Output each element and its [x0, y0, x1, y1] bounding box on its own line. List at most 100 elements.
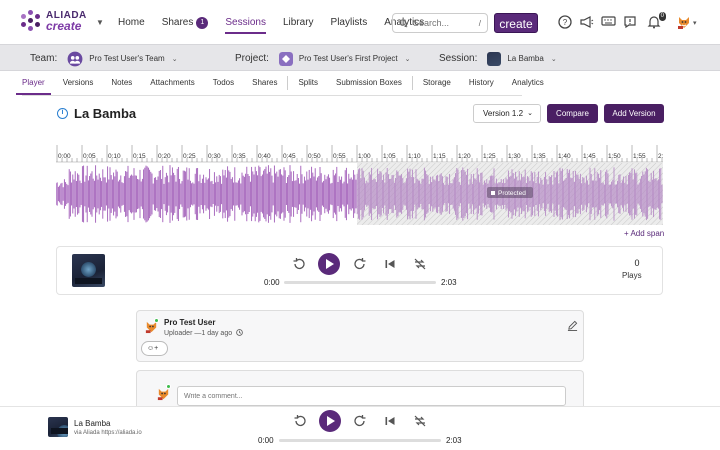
- team-selector[interactable]: Team: Pro Test User's Team ⌄: [30, 45, 178, 72]
- waveform[interactable]: Protected: [56, 163, 663, 225]
- search-input[interactable]: [413, 18, 477, 28]
- shares-count-badge: 1: [196, 17, 209, 29]
- protected-label: Protected: [498, 190, 526, 197]
- megaphone-icon[interactable]: [578, 15, 594, 31]
- chevron-down-icon[interactable]: ▼: [96, 18, 104, 27]
- bottom-current-time: 0:00: [258, 436, 274, 445]
- timeline-tick-label: 0:00: [58, 153, 71, 160]
- timeline-tick-label: 0:10: [108, 153, 121, 160]
- nav-label: Library: [282, 17, 314, 28]
- timeline-tick-label: 0:05: [83, 153, 96, 160]
- timeline-tick-label: 0:25: [183, 153, 196, 160]
- aliada-logo[interactable]: ALIADA create: [20, 10, 87, 32]
- bottom-play-button[interactable]: [319, 410, 341, 432]
- timeline-tick-label: 0:15: [133, 153, 146, 160]
- info-icon[interactable]: i: [57, 108, 68, 119]
- team-icon: [67, 51, 83, 66]
- feedback-icon[interactable]: [622, 15, 638, 31]
- rewind-icon[interactable]: [292, 257, 306, 274]
- nav-home[interactable]: Home: [118, 0, 145, 44]
- top-navigation: ALIADA create ▼ Home Shares 1 Sessions Libra…: [0, 0, 720, 44]
- search-shortcut: /: [478, 18, 481, 28]
- create-button[interactable]: create: [494, 13, 538, 33]
- nav-shares[interactable]: Shares 1: [162, 0, 209, 44]
- timeline-tick-label: 1:30: [508, 153, 521, 160]
- timeline-tick-label: 1:50: [608, 153, 621, 160]
- help-circle-icon[interactable]: ?: [557, 15, 573, 31]
- add-span-button[interactable]: + Add span: [624, 229, 664, 238]
- nav-playlists[interactable]: Playlists: [331, 0, 368, 44]
- session-thumbnail: [487, 51, 502, 66]
- session-value: La Bamba: [507, 54, 544, 63]
- version-label: Version 1.2: [483, 109, 524, 118]
- tab-submission-boxes[interactable]: Submission Boxes: [336, 71, 402, 95]
- timeline-tick-label: 1:40: [558, 153, 571, 160]
- tab-splits[interactable]: Splits: [298, 71, 318, 95]
- edit-icon[interactable]: [567, 320, 579, 332]
- page-title: La Bamba: [74, 106, 137, 121]
- notification-count: 0: [658, 12, 666, 21]
- timeline-tick-label: 1:35: [533, 153, 546, 160]
- rewind-icon[interactable]: [293, 414, 307, 431]
- nav-sessions[interactable]: Sessions: [225, 0, 266, 44]
- session-selector[interactable]: Session: La Bamba ⌄: [439, 45, 557, 72]
- tab-versions[interactable]: Versions: [63, 71, 94, 95]
- tab-shares[interactable]: Shares: [252, 71, 277, 95]
- project-selector[interactable]: Project: Pro Test User's First Project ⌄: [235, 45, 411, 72]
- session-label: Session:: [439, 53, 478, 64]
- clock-icon: [236, 329, 243, 336]
- tab-separator: [411, 76, 413, 90]
- loop-off-icon[interactable]: [413, 414, 427, 431]
- timeline-tick-label: 1:25: [483, 153, 496, 160]
- add-reaction-button[interactable]: ☺+: [141, 341, 168, 356]
- nav-label: Sessions: [225, 17, 266, 28]
- plays-count: 0: [634, 258, 640, 268]
- skip-back-icon[interactable]: [384, 258, 396, 273]
- tab-analytics[interactable]: Analytics: [512, 71, 544, 95]
- timeline-tick-label: 0:20: [158, 153, 171, 160]
- plays-label: Plays: [622, 271, 642, 280]
- user-avatar[interactable]: [676, 14, 692, 30]
- online-status-dot: [166, 384, 171, 389]
- project-label: Project:: [235, 53, 269, 64]
- tab-todos[interactable]: Todos: [213, 71, 234, 95]
- bottom-progress-bar[interactable]: [279, 439, 441, 442]
- team-label: Team:: [30, 53, 58, 64]
- keyboard-icon[interactable]: [600, 15, 616, 31]
- tab-history[interactable]: History: [469, 71, 494, 95]
- timeline-tick-label: 0:40: [258, 153, 271, 160]
- context-bar: Team: Pro Test User's Team ⌄ Project: Pr…: [0, 44, 720, 71]
- timeline-ruler[interactable]: 0:00 0:05 0:10 0:15 0:20 0:25 0:30 0:35 0:40 0:45…: [56, 143, 663, 163]
- comment-input[interactable]: [177, 386, 566, 406]
- bell-icon[interactable]: 0: [646, 12, 666, 31]
- tab-notes[interactable]: Notes: [111, 71, 132, 95]
- tab-separator: [287, 76, 289, 90]
- current-time: 0:00: [264, 278, 280, 287]
- search-icon: [399, 18, 408, 27]
- nav-library[interactable]: Library: [283, 0, 314, 44]
- tab-player[interactable]: Player: [16, 71, 51, 95]
- loop-off-icon[interactable]: [413, 257, 427, 274]
- forward-icon[interactable]: [353, 414, 367, 431]
- lock-icon: [491, 191, 495, 195]
- skip-back-icon[interactable]: [384, 415, 396, 430]
- svg-text:?: ?: [563, 18, 568, 27]
- compare-button[interactable]: Compare: [547, 104, 598, 123]
- timeline-tick-label: 0:45: [283, 153, 296, 160]
- play-button[interactable]: [318, 253, 340, 275]
- timeline-tick-label: 1:00: [358, 153, 371, 160]
- add-version-button[interactable]: Add Version: [604, 104, 664, 123]
- tab-storage[interactable]: Storage: [423, 71, 451, 95]
- cover-art: [72, 254, 105, 287]
- search-box[interactable]: /: [392, 13, 488, 33]
- tabs-divider: [22, 95, 522, 96]
- timeline-tick-label: 0:30: [208, 153, 221, 160]
- chevron-down-icon[interactable]: ▾: [693, 19, 697, 27]
- tab-attachments[interactable]: Attachments: [150, 71, 194, 95]
- version-dropdown[interactable]: Version 1.2 ⌄: [473, 104, 541, 123]
- progress-bar[interactable]: [284, 281, 436, 284]
- chevron-down-icon: ⌄: [550, 55, 557, 63]
- timeline-tick-label: 0:55: [333, 153, 346, 160]
- bottom-track-title: La Bamba: [74, 419, 111, 428]
- forward-icon[interactable]: [353, 257, 367, 274]
